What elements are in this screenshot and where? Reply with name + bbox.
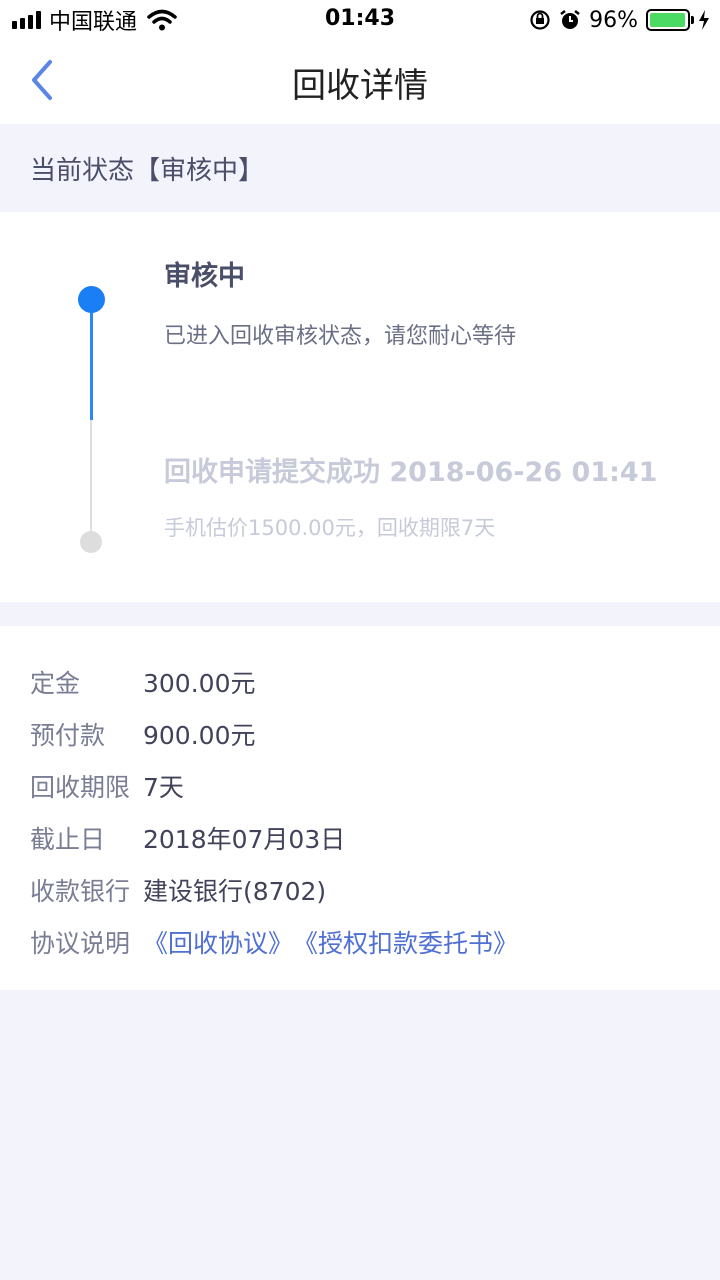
detail-label: 预付款 [30,721,106,750]
detail-value: 建设银行(8702) [143,877,327,906]
timeline-step-title: 回收申请提交成功 2018-06-26 01:41 [164,457,658,488]
detail-value: 300.00元 [143,669,256,698]
detail-label: 协议说明 [30,929,131,958]
detail-row-deadline: 截止日 2018年07月03日 [0,812,720,864]
detail-row-agreements: 协议说明 《回收协议》 《授权扣款委托书》 [0,916,720,968]
detail-row-term: 回收期限 7天 [0,760,720,812]
recycle-agreement-link[interactable]: 《回收协议》 [143,924,293,960]
page-title: 回收详情 [292,66,428,106]
detail-value: 900.00元 [143,721,256,750]
status-bar: 中国联通 01:43 96% [0,0,720,40]
timeline-step-title: 审核中 [164,261,245,292]
timeline-step-desc: 已进入回收审核状态，请您耐心等待 [164,324,517,349]
timeline-line-active [90,308,93,420]
details-panel: 定金 300.00元 预付款 900.00元 回收期限 7天 截止日 2018年… [0,626,720,990]
detail-label: 收款银行 [30,877,131,906]
timeline-step-desc: 手机估价1500.00元，回收期限7天 [164,516,496,540]
detail-row-bank: 收款银行 建设银行(8702) [0,864,720,916]
current-status: 当前状态【审核中】 [0,124,720,212]
detail-value: 2018年07月03日 [143,825,346,854]
orientation-lock-icon [530,10,550,30]
alarm-icon [560,10,580,29]
detail-value: 7天 [143,773,184,802]
battery-icon [646,9,694,31]
detail-label: 定金 [30,669,81,698]
detail-row-deposit: 定金 300.00元 [0,656,720,708]
timeline-dot-active [78,286,105,313]
detail-label: 截止日 [30,825,106,854]
timeline-dot-inactive [80,531,102,553]
debit-authorization-link[interactable]: 《授权扣款委托书》 [293,924,518,960]
nav-bar: 回收详情 [0,40,720,124]
timeline: 审核中 已进入回收审核状态，请您耐心等待 回收申请提交成功 2018-06-26… [0,212,720,602]
detail-row-prepayment: 预付款 900.00元 [0,708,720,760]
detail-label: 回收期限 [30,773,131,802]
timeline-line-inactive [90,420,92,540]
charging-icon [699,10,709,30]
battery-percent: 96% [589,7,638,33]
